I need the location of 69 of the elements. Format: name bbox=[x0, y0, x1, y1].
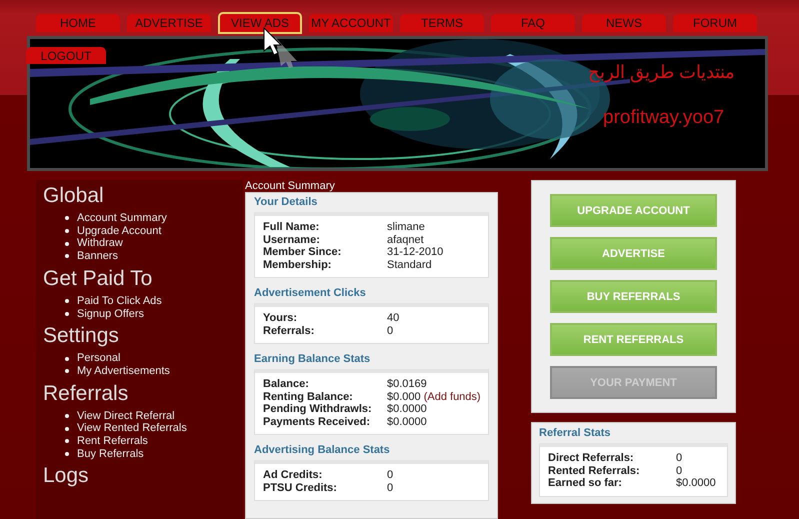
nav-tab[interactable]: NEWS bbox=[582, 14, 666, 32]
section-title: Advertising Balance Stats bbox=[254, 444, 391, 456]
stat-value: 0 bbox=[387, 469, 394, 481]
sidebar-heading: Referrals bbox=[43, 382, 130, 406]
stat-label: Membership: bbox=[263, 258, 332, 271]
stat-label: Yours: bbox=[263, 312, 298, 324]
nav-tab[interactable]: FORUM bbox=[673, 14, 757, 32]
nav-tab[interactable]: FAQ bbox=[491, 14, 575, 32]
stat-label: Payments Received: bbox=[263, 416, 371, 428]
stat-label: Rented Referrals: bbox=[548, 464, 641, 477]
stat-label: Ad Credits: bbox=[263, 469, 324, 482]
section-title: Advertisement Clicks bbox=[254, 287, 367, 299]
sidebar-link[interactable]: Buy Referrals bbox=[65, 448, 243, 460]
stat-value: $0.000 bbox=[387, 390, 421, 402]
action-button[interactable]: BUY REFERRALS bbox=[550, 280, 717, 313]
logout-tab[interactable]: LOGOUT bbox=[26, 47, 106, 64]
add-funds-link[interactable]: (Add funds) bbox=[424, 390, 481, 402]
nav-tab[interactable]: VIEW ADS bbox=[218, 12, 302, 34]
sidebar-link[interactable]: Account Summary bbox=[65, 212, 243, 225]
action-button[interactable]: RENT REFERRALS bbox=[550, 323, 717, 356]
sidebar-link[interactable]: View Rented Referrals bbox=[65, 422, 243, 436]
stat-label: Username: bbox=[263, 234, 321, 246]
stat-value: 0 bbox=[676, 452, 684, 464]
sidebar-heading: Settings bbox=[43, 324, 120, 348]
stat-value: $0.0000 bbox=[676, 477, 717, 490]
sidebar-heading: Global bbox=[43, 184, 105, 208]
sidebar-link[interactable]: Rent Referrals bbox=[65, 435, 243, 448]
stat-value: slimane bbox=[387, 221, 425, 233]
sidebar-link[interactable]: Signup Offers bbox=[65, 308, 243, 320]
sidebar-link[interactable]: Personal bbox=[65, 352, 243, 365]
sidebar-link[interactable]: Banners bbox=[65, 250, 243, 263]
stat-value: $0.0000 bbox=[387, 416, 427, 428]
nav-tab[interactable]: HOME bbox=[36, 14, 120, 32]
stat-value: 0 bbox=[387, 324, 394, 336]
nav-tab[interactable]: MY ACCOUNT bbox=[309, 14, 393, 32]
stat-value: $0.0000 bbox=[387, 403, 427, 415]
stat-label: Balance: bbox=[263, 378, 310, 390]
section-title: Earning Balance Stats bbox=[254, 353, 372, 365]
action-button[interactable]: UPGRADE ACCOUNT bbox=[550, 194, 717, 227]
sidebar-heading: Get Paid To bbox=[43, 266, 154, 291]
sidebar-heading: Logs bbox=[43, 464, 90, 488]
stat-value: Standard bbox=[387, 258, 432, 270]
sidebar-link[interactable]: My Advertisements bbox=[65, 364, 243, 378]
stat-label: Earned so far: bbox=[548, 477, 623, 490]
sidebar-link[interactable]: View Direct Referral bbox=[65, 410, 243, 422]
stat-value: 31-12-2010 bbox=[387, 246, 444, 258]
stat-value: 0 bbox=[676, 464, 684, 477]
banner-subtitle: profitway.yoo7 bbox=[603, 107, 724, 129]
stat-label: Referrals: bbox=[263, 324, 316, 337]
nav-tab[interactable]: ADVERTISE bbox=[127, 14, 211, 32]
stat-label: Full Name: bbox=[263, 221, 320, 234]
section-title: Your Details bbox=[254, 196, 318, 208]
stat-value: $0.0169 bbox=[387, 378, 427, 390]
action-button[interactable]: ADVERTISE bbox=[550, 237, 717, 270]
stat-label: Pending Withdrawls: bbox=[263, 403, 373, 416]
stat-value: afaqnet bbox=[387, 234, 424, 246]
stat-label: Direct Referrals: bbox=[548, 452, 635, 464]
banner-title: منتديات طريق الربح bbox=[588, 61, 735, 83]
sidebar-link[interactable]: Upgrade Account bbox=[65, 224, 243, 238]
nav-tab[interactable]: TERMS bbox=[400, 14, 484, 32]
stat-label: Member Since: bbox=[263, 246, 342, 258]
sidebar-link[interactable]: Paid To Click Ads bbox=[65, 294, 243, 308]
breadcrumb: Account Summary bbox=[245, 180, 336, 192]
section-title: Referral Stats bbox=[539, 427, 612, 439]
sidebar-link[interactable]: Withdraw bbox=[65, 237, 243, 250]
stat-value: 40 bbox=[387, 312, 400, 324]
stat-label: Renting Balance: bbox=[263, 390, 354, 403]
stat-value: 0 bbox=[387, 482, 394, 494]
stat-label: PTSU Credits: bbox=[263, 482, 338, 494]
